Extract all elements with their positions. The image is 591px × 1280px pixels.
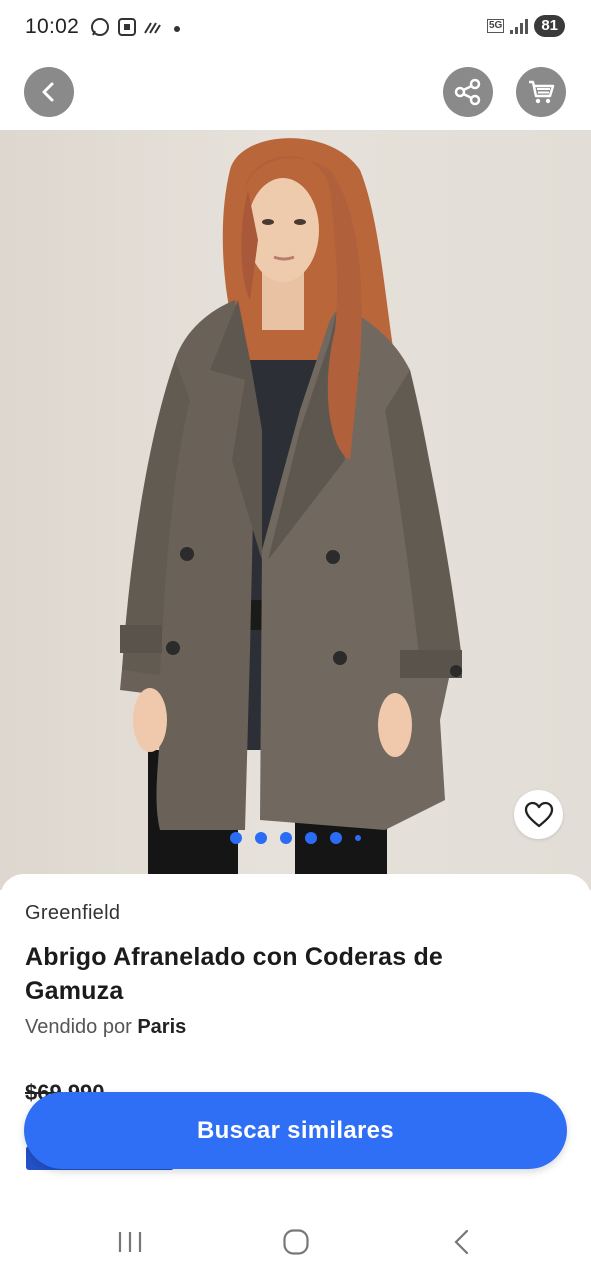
pagination-dot[interactable] [280, 832, 292, 844]
seller-prefix: Vendido por [25, 1016, 132, 1038]
whatsapp-icon [91, 18, 109, 36]
search-similar-button[interactable]: Buscar similares [24, 1092, 567, 1169]
chevron-left-icon [42, 82, 54, 102]
cart-icon [529, 80, 555, 104]
seller-name[interactable]: Paris [137, 1016, 186, 1038]
pagination-dot[interactable] [355, 835, 361, 841]
image-pagination[interactable] [230, 832, 361, 844]
network-type: 5G [486, 19, 505, 33]
signal-icon [510, 18, 529, 34]
pagination-dot[interactable] [330, 832, 342, 844]
nfc-icon [144, 22, 161, 34]
system-navigation-bar [0, 1208, 591, 1280]
status-time: 10:02 [25, 15, 80, 38]
status-right: 5G 81 [486, 15, 565, 37]
pagination-dot[interactable] [255, 832, 267, 844]
home-icon[interactable] [282, 1228, 310, 1256]
share-icon [454, 78, 481, 106]
battery-icon: 81 [534, 15, 565, 37]
screen-record-icon [118, 18, 136, 36]
cart-button[interactable] [516, 67, 566, 117]
pagination-dot[interactable] [230, 832, 242, 844]
product-title: Abrigo Afranelado con Coderas de Gamuza [25, 943, 444, 1005]
status-bar: 10:02 5G 81 [0, 0, 591, 58]
share-button[interactable] [443, 67, 493, 117]
recents-icon[interactable] [117, 1228, 143, 1256]
favorite-button[interactable] [514, 790, 563, 839]
product-brand[interactable]: Greenfield [25, 902, 120, 925]
top-navigation [0, 58, 591, 130]
pagination-dot[interactable] [305, 832, 317, 844]
heart-outline-icon [524, 801, 553, 827]
product-photo [120, 138, 462, 890]
back-icon[interactable] [450, 1228, 472, 1256]
product-image[interactable] [0, 130, 591, 890]
back-button[interactable] [24, 67, 74, 117]
seller-line: Vendido por Paris [25, 1016, 186, 1039]
dot-icon [174, 26, 180, 32]
